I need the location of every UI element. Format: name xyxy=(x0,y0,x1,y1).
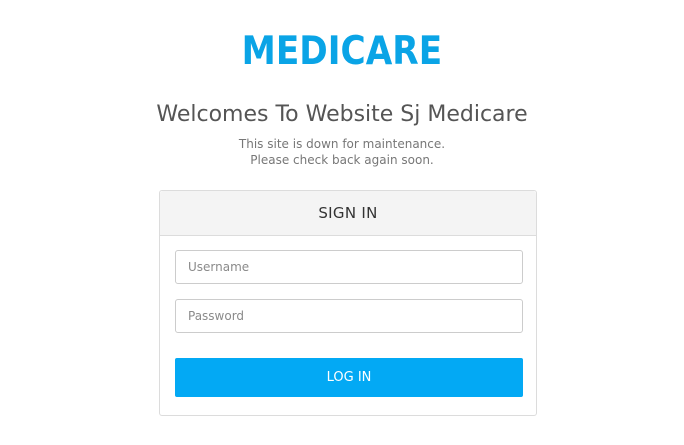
logo-text: MEDICARE xyxy=(241,29,443,74)
sign-in-heading: SIGN IN xyxy=(160,191,536,236)
medicare-logo: MEDICARE xyxy=(0,30,684,74)
sign-in-panel: SIGN IN LOG IN xyxy=(159,190,537,416)
page-title: Welcomes To Website Sj Medicare xyxy=(156,102,528,127)
maintenance-line-2: Please check back again soon. xyxy=(250,153,434,167)
maintenance-line-1: This site is down for maintenance. xyxy=(238,137,446,151)
username-input[interactable] xyxy=(175,250,523,284)
maintenance-message: This site is down for maintenance. Pleas… xyxy=(0,136,684,168)
password-input[interactable] xyxy=(175,299,523,333)
log-in-button[interactable]: LOG IN xyxy=(175,358,523,397)
